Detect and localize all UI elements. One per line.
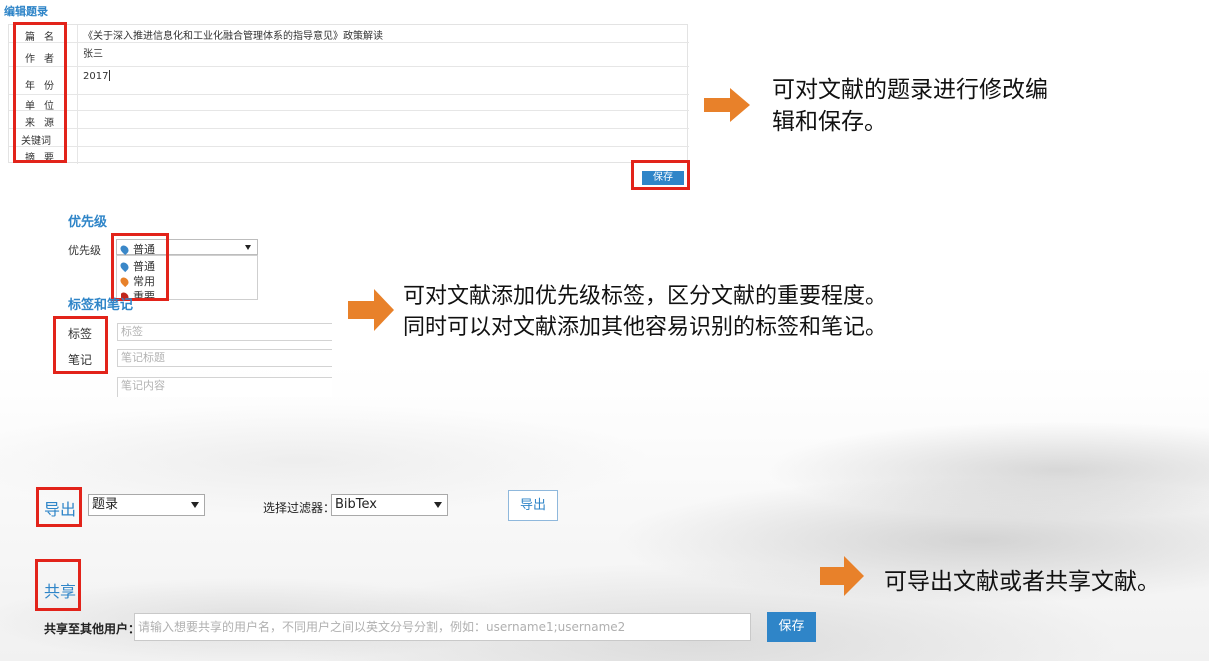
chevron-down-icon [434,502,442,508]
note-content-input[interactable]: 笔记内容 [117,377,332,397]
highlight-share [35,559,81,611]
highlight-priority [111,233,169,301]
field-row-year[interactable]: 年份 2017 [9,67,689,95]
field-row-unit[interactable]: 单位 [9,95,689,112]
chevron-down-icon [191,502,199,508]
export-button[interactable]: 导出 [508,490,558,521]
edit-record-form: 篇名 《关于深入推进信息化和工业化融合管理体系的指导意见》政策解读 作者 张三 … [8,24,689,164]
tag-input[interactable]: 标签 [117,323,332,341]
highlight-field-labels [13,22,67,163]
field-value-year[interactable]: 2017 [83,70,111,82]
arrow-right-icon [704,88,750,122]
field-row-author[interactable]: 作者 张三 [9,43,689,67]
priority-label: 优先级 [68,244,101,257]
field-row-keywords[interactable]: 关键词 [9,129,689,147]
field-row-abstract[interactable]: 摘要 [9,147,689,164]
filter-label: 选择过滤器： [263,501,336,515]
arrow-right-icon [348,289,394,331]
export-format-select[interactable]: 题录 [88,494,205,516]
highlight-save-button [631,160,690,190]
highlight-tags-notes [53,316,108,374]
text-cursor [109,70,111,81]
field-row-title[interactable]: 篇名 《关于深入推进信息化和工业化融合管理体系的指导意见》政策解读 [9,25,689,43]
chevron-down-icon [245,245,251,250]
field-value-author[interactable]: 张三 [83,45,103,60]
priority-title: 优先级 [68,215,108,230]
callout-priority: 可对文献添加优先级标签，区分文献的重要程度。 同时可以对文献添加其他容易识别的标… [403,284,888,340]
arrow-right-icon [820,556,864,596]
callout-edit: 可对文献的题录进行修改编 辑和保存。 [772,77,1048,135]
share-username-input[interactable]: 请输入想要共享的用户名，不同用户之间以英文分号分割，例如：username1;u… [134,613,751,641]
highlight-export [36,487,82,527]
share-save-button[interactable]: 保存 [767,612,816,642]
share-to-label: 共享至其他用户： [44,622,141,636]
filter-select[interactable]: BibTex [331,494,448,516]
note-title-input[interactable]: 笔记标题 [117,349,332,367]
field-value-title[interactable]: 《关于深入推进信息化和工业化融合管理体系的指导意见》政策解读 [83,27,383,42]
callout-share: 可导出文献或者共享文献。 [884,569,1160,595]
tags-notes-title: 标签和笔记 [68,298,134,313]
field-row-source[interactable]: 来源 [9,111,689,129]
edit-record-title: 编辑题录 [4,5,48,18]
